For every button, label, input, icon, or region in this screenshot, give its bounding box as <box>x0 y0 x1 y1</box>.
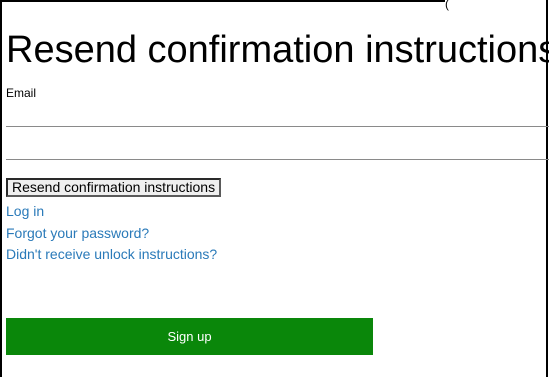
log-in-link[interactable]: Log in <box>6 201 217 223</box>
email-field[interactable] <box>6 126 549 160</box>
unlock-instructions-link[interactable]: Didn't receive unlock instructions? <box>6 244 217 266</box>
forgot-password-link[interactable]: Forgot your password? <box>6 223 217 245</box>
frame-top-mark: ( <box>445 0 449 11</box>
frame-left-border <box>0 0 2 377</box>
auth-links: Log in Forgot your password? Didn't rece… <box>6 201 217 266</box>
resend-confirmation-button[interactable]: Resend confirmation instructions <box>6 178 222 197</box>
frame-top-border <box>0 0 445 2</box>
sign-up-button[interactable]: Sign up <box>6 318 373 355</box>
email-label: Email <box>6 86 37 100</box>
page-title: Resend confirmation instructions <box>6 29 549 71</box>
